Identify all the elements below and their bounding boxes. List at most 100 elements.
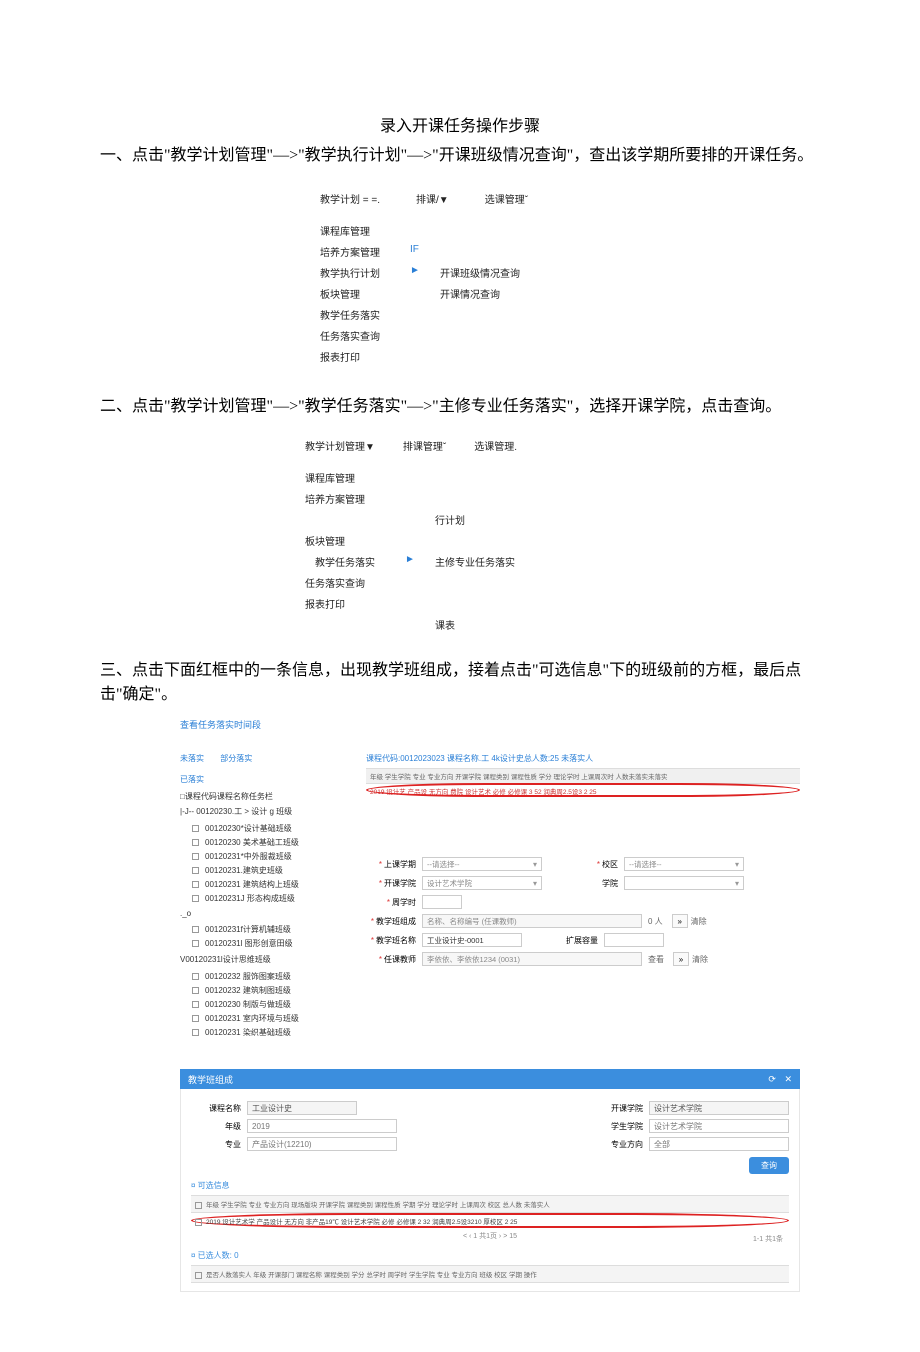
tab-assigned[interactable]: 已落实 (180, 774, 340, 785)
field-college: 设计艺术学院 (649, 1101, 789, 1115)
menu-item[interactable]: 教学执行计划 (320, 262, 410, 283)
select-year[interactable]: 2019 (247, 1119, 397, 1133)
dialog-title: 教学班组成 (188, 1073, 233, 1086)
menu-item (305, 614, 405, 635)
menubar-item[interactable]: 排课/▼ (416, 191, 449, 206)
checkbox-icon[interactable] (192, 1001, 199, 1008)
checkbox-icon[interactable] (192, 853, 199, 860)
tab-unassigned[interactable]: 未落实 (180, 754, 204, 763)
checkbox-icon[interactable] (192, 895, 199, 902)
submenu-item[interactable]: 行计划 (435, 509, 465, 530)
arrow-icon (410, 304, 440, 325)
tree-item[interactable]: 00120231l 图形创意田级 (180, 936, 340, 950)
checkbox-row[interactable] (195, 1219, 202, 1226)
input-hours[interactable] (422, 895, 462, 909)
menu-item[interactable]: 任务落实查询 (305, 572, 405, 593)
menu-item[interactable]: 板块管理 (320, 283, 410, 304)
arrow-icon (410, 220, 440, 241)
tree-item[interactable]: 00120231*中外服裁班级 (180, 849, 340, 863)
query-button[interactable]: 查询 (749, 1157, 789, 1174)
tree-item[interactable]: 00120231.建筑史班级 (180, 863, 340, 877)
checkbox-icon[interactable] (192, 987, 199, 994)
view-button[interactable]: 查看 (648, 954, 664, 965)
menubar-item[interactable]: 教学计划 = =. (320, 191, 380, 206)
expand-button[interactable]: » (673, 952, 689, 966)
submenu-item[interactable]: 开课班级情况查询 (440, 262, 520, 283)
checkbox-icon[interactable] (192, 973, 199, 980)
checkbox-icon[interactable] (192, 881, 199, 888)
checkbox-all[interactable] (195, 1272, 202, 1279)
checkbox-icon[interactable] (192, 839, 199, 846)
menu-item[interactable]: 课程库管理 (320, 220, 410, 241)
link-view-time[interactable]: 查看任务落实时间段 (180, 718, 800, 731)
screenshot-1: 教学计划 = =. 排课/▼ 选课管理ˇ 课程库管理培养方案管理IF教学执行计划… (320, 191, 600, 367)
tree-item-label: 00120230 制版与做班级 (205, 999, 291, 1010)
checkbox-icon[interactable] (192, 867, 199, 874)
menu-item[interactable]: 板块管理 (305, 530, 405, 551)
table-row[interactable]: 2019 设计艺 产品设 无方向 费院 设计艺术 必修 必修课 3 52 润典周… (366, 784, 800, 798)
tree-item-label: 00120231*中外服裁班级 (205, 851, 292, 862)
label-college: 开课学院 (593, 1103, 649, 1114)
menu-item[interactable]: 任务落实查询 (320, 325, 410, 346)
menu-item[interactable]: 报表打印 (305, 593, 405, 614)
tree-item[interactable]: 00120230 美术基础工班级 (180, 835, 340, 849)
tab-partial[interactable]: 部分落实 (220, 754, 252, 763)
menubar-item[interactable]: 选课管理. (474, 438, 517, 453)
checkbox-all[interactable] (195, 1202, 202, 1209)
menu-item[interactable]: 教学任务落实 (305, 551, 405, 572)
arrow-icon (405, 530, 435, 551)
close-icon[interactable]: ✕ (784, 1074, 792, 1084)
checkbox-icon[interactable] (192, 926, 199, 933)
select-campus[interactable]: --请选择-- (624, 857, 744, 871)
input-classname[interactable]: 工业设计史-0001 (422, 933, 522, 947)
checkbox-icon[interactable] (192, 825, 199, 832)
tree-item[interactable]: 00120232 服饰图案班级 (180, 969, 340, 983)
menubar-item[interactable]: 教学计划管理▼ (305, 438, 375, 453)
tree-item-label: 00120230 美术基础工班级 (205, 837, 299, 848)
input-teacher[interactable]: 李依依、李依依1234 (0031) (422, 952, 642, 966)
menu-item[interactable]: 报表打印 (320, 346, 410, 367)
arrow-icon (410, 325, 440, 346)
input-composition[interactable]: 名称、名称编号 (任课教师) (422, 914, 642, 928)
tree-group[interactable]: ._o (180, 909, 340, 918)
select-term[interactable]: --请选择-- (422, 857, 542, 871)
tree-item[interactable]: 00120230 制版与做班级 (180, 997, 340, 1011)
select-dept[interactable] (624, 876, 744, 890)
refresh-icon[interactable]: ⟳ (768, 1074, 776, 1084)
label-classname: 教学班名称 (376, 936, 416, 945)
tree-item[interactable]: 00120231 染织基础班级 (180, 1025, 340, 1039)
label-dept: 学院 (602, 879, 618, 888)
table-row[interactable]: 2019 设计艺术学 产品设计 无方向 非产品19℃ 设计艺术学院 必修 必修课… (191, 1213, 789, 1229)
menu-item[interactable]: 教学任务落实 (320, 304, 410, 325)
submenu-item[interactable]: 主修专业任务落实 (435, 551, 515, 572)
submenu-item[interactable]: 开课情况查询 (440, 283, 500, 304)
tree-group[interactable]: V00120231l设计思维班级 (180, 954, 340, 965)
checkbox-icon[interactable] (192, 940, 199, 947)
tree-item[interactable]: 00120231 建筑结构上班级 (180, 877, 340, 891)
menu-item[interactable]: 培养方案管理 (305, 488, 405, 509)
menubar-item[interactable]: 选课管理ˇ (485, 191, 528, 206)
label-college: 开课学院 (384, 879, 416, 888)
menu-item[interactable]: 培养方案管理 (320, 241, 410, 262)
clear-button[interactable]: 清除 (691, 916, 707, 927)
submenu-item[interactable]: 课表 (435, 614, 455, 635)
menu-item[interactable]: 课程库管理 (305, 467, 405, 488)
select-major[interactable]: 产品设计(12210) (247, 1137, 397, 1151)
input-capacity[interactable] (604, 933, 664, 947)
tree-group[interactable]: |-J-- 00120230.工 > 设计 g 班级 (180, 806, 340, 817)
checkbox-icon[interactable] (192, 1029, 199, 1036)
clear-button[interactable]: 清除 (692, 954, 708, 965)
label-year: 年级 (191, 1121, 247, 1132)
table-header: 是否人数落实人 年级 开课部门 课程名称 课程类别 学分 总学时 周学时 学生学… (191, 1265, 789, 1283)
tree-item[interactable]: 00120231 室内环境与班级 (180, 1011, 340, 1025)
expand-button[interactable]: » (672, 914, 688, 928)
select-direction[interactable]: 全部 (649, 1137, 789, 1151)
select-student-college[interactable]: 设计艺术学院 (649, 1119, 789, 1133)
tree-item[interactable]: 00120231f计算机辅班级 (180, 922, 340, 936)
menubar-item[interactable]: 排课管理ˇ (403, 438, 446, 453)
tree-item[interactable]: 00120232 建筑制图班级 (180, 983, 340, 997)
tree-item[interactable]: 00120231J 形态构成班级 (180, 891, 340, 905)
tree-item[interactable]: 00120230*设计基础班级 (180, 821, 340, 835)
select-college[interactable]: 设计艺术学院 (422, 876, 542, 890)
checkbox-icon[interactable] (192, 1015, 199, 1022)
